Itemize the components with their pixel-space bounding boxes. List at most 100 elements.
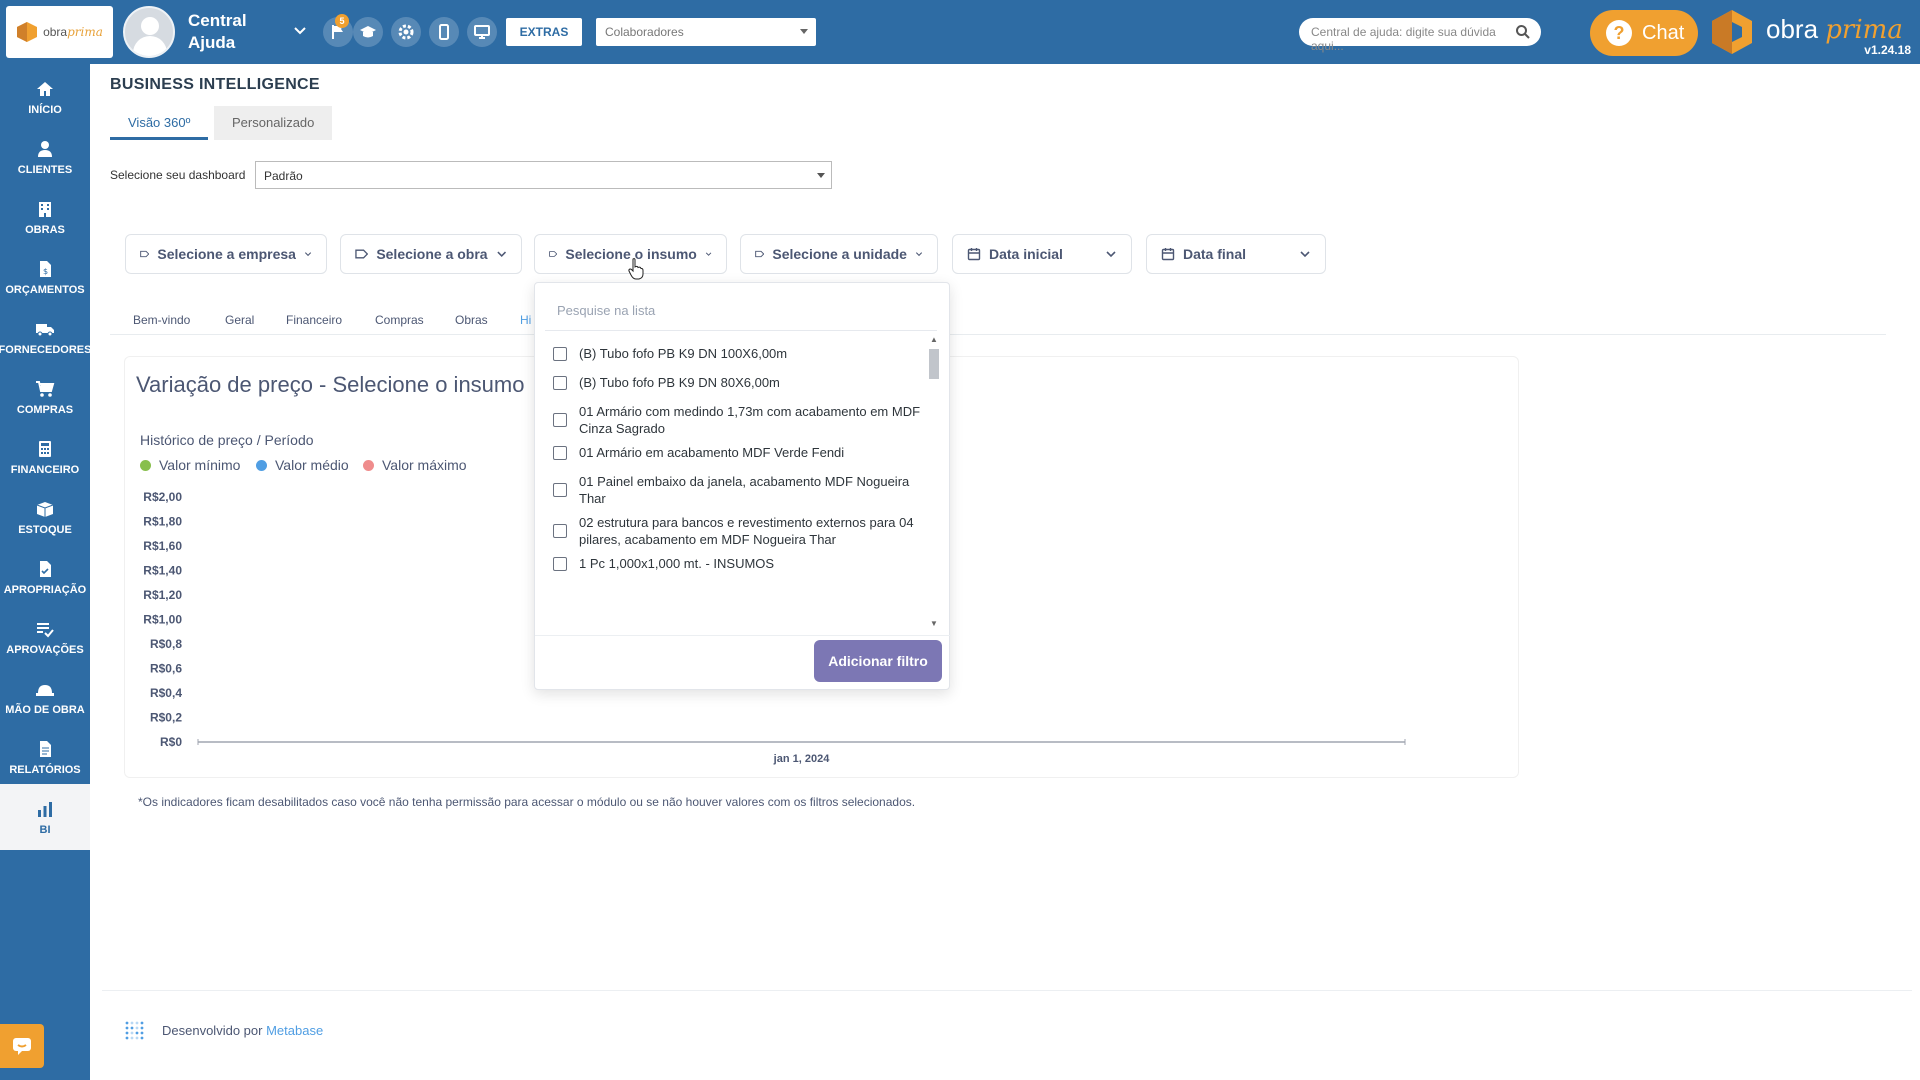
legend-dot-icon: [363, 459, 374, 471]
list-item[interactable]: 02 estrutura para bancos e revestimento …: [553, 514, 923, 548]
sidebar-item-inicio[interactable]: INÍCIO: [0, 68, 90, 126]
tag-icon: [755, 250, 765, 258]
monitor-icon[interactable]: [467, 17, 497, 47]
footer-divider: [102, 990, 1912, 991]
dropdown-list: (B) Tubo fofo PB K9 DN 100X6,00m (B) Tub…: [535, 333, 935, 623]
top-bar: obraprima Central Ajuda 5 EXTRAS Colabor…: [0, 0, 1920, 64]
checkbox[interactable]: [553, 375, 567, 390]
dashboard-select[interactable]: Padrão: [255, 161, 832, 189]
chevron-down-icon: [915, 252, 923, 257]
logo-mark-icon: [17, 22, 38, 42]
sidebar-item-financeiro[interactable]: FINANCEIRO: [0, 428, 90, 486]
extras-button[interactable]: EXTRAS: [506, 18, 582, 46]
bi-tab-financeiro[interactable]: Financeiro: [286, 313, 342, 327]
gear-icon[interactable]: [391, 17, 421, 47]
mobile-icon[interactable]: [429, 17, 459, 47]
checkbox[interactable]: [553, 413, 567, 427]
sidebar-item-estoque[interactable]: ESTOQUE: [0, 488, 90, 546]
hand-cursor-icon: [628, 258, 644, 280]
bi-tab-geral[interactable]: Geral: [225, 313, 254, 327]
sidebar-item-mao-de-obra[interactable]: MÃO DE OBRA: [0, 668, 90, 726]
checkbox[interactable]: [553, 346, 567, 361]
filter-empresa[interactable]: Selecione a empresa: [125, 234, 327, 274]
powered-prefix: Desenvolvido por: [162, 1022, 263, 1038]
calculator-icon: [39, 440, 51, 457]
dropdown-search-input[interactable]: Pesquise na lista: [545, 291, 937, 331]
list-item[interactable]: (B) Tubo fofo PB K9 DN 100X6,00m: [553, 345, 923, 362]
list-item[interactable]: 01 Painel embaixo da janela, acabamento …: [553, 473, 923, 507]
checkbox[interactable]: [553, 556, 567, 571]
legend-valor-medio[interactable]: Valor médio: [256, 457, 349, 473]
dropdown-arrow-icon: [800, 29, 808, 34]
bi-tab-compras[interactable]: Compras: [375, 313, 424, 327]
checkbox[interactable]: [553, 483, 567, 497]
app-logo[interactable]: obraprima: [6, 6, 113, 58]
logo-text: obraprima: [43, 25, 103, 39]
checkbox[interactable]: [553, 445, 567, 460]
support-chat-button[interactable]: [0, 1024, 44, 1068]
chat-button[interactable]: ? Chat: [1590, 10, 1698, 56]
help-search-input[interactable]: Central de ajuda: digite sua dúvida aqui…: [1299, 18, 1541, 53]
scrollbar-thumb[interactable]: [929, 349, 939, 379]
brand-name: obra prima: [1766, 14, 1903, 45]
bi-tab-bem-vindo[interactable]: Bem-vindo: [133, 313, 190, 327]
sidebar-item-fornecedores[interactable]: FORNECEDORES: [0, 308, 91, 366]
dropdown-search-placeholder: Pesquise na lista: [557, 303, 656, 318]
metabase-logo-icon: [125, 1021, 144, 1040]
checkbox[interactable]: [553, 524, 567, 538]
list-check-icon: [37, 622, 54, 637]
graduation-cap-icon[interactable]: [353, 17, 383, 47]
dropdown-arrow-icon: [817, 173, 825, 178]
metabase-link[interactable]: Metabase: [266, 1023, 323, 1038]
sidebar-item-compras[interactable]: COMPRAS: [0, 368, 90, 426]
filter-unidade[interactable]: Selecione a unidade: [740, 234, 938, 274]
filter-data-inicial[interactable]: Data inicial: [952, 234, 1132, 274]
sidebar-item-clientes[interactable]: CLIENTES: [0, 128, 90, 186]
legend-valor-maximo[interactable]: Valor máximo: [363, 457, 467, 473]
report-icon: [40, 740, 51, 757]
list-item[interactable]: 01 Armário com medindo 1,73m com acabame…: [553, 403, 923, 437]
sidebar-item-bi[interactable]: BI: [0, 784, 90, 850]
tab-visao-360[interactable]: Visão 360º: [110, 106, 209, 140]
collaborators-select[interactable]: Colaboradores: [596, 18, 816, 46]
scroll-down-icon[interactable]: ▼: [930, 619, 938, 628]
tab-personalizado[interactable]: Personalizado: [214, 106, 333, 140]
list-item[interactable]: 1 Pc 1,000x1,000 mt. - INSUMOS: [553, 555, 923, 572]
y-tick-label: R$1,00: [143, 613, 182, 627]
brand-mark-icon: [1712, 10, 1752, 54]
add-filter-button[interactable]: Adicionar filtro: [814, 640, 942, 682]
sidebar-item-apropriacao[interactable]: APROPRIAÇÃO: [0, 548, 90, 606]
scroll-up-icon[interactable]: ▲: [930, 335, 938, 344]
filter-obra[interactable]: Selecione a obra: [340, 234, 522, 274]
user-avatar[interactable]: [123, 6, 175, 58]
search-icon[interactable]: [1515, 24, 1531, 40]
filter-data-final[interactable]: Data final: [1146, 234, 1326, 274]
calendar-icon: [1161, 248, 1175, 261]
workers-icon: [36, 684, 54, 696]
bi-tab-obras[interactable]: Obras: [455, 313, 488, 327]
sidebar-item-obras[interactable]: OBRAS: [0, 188, 90, 246]
calendar-icon: [967, 248, 981, 261]
tag-icon: [140, 250, 150, 258]
chevron-down-icon: [705, 252, 712, 256]
list-item[interactable]: (B) Tubo fofo PB K9 DN 80X6,00m: [553, 374, 923, 391]
list-item[interactable]: 01 Armário em acabamento MDF Verde Fendi: [553, 444, 923, 461]
tag-icon: [549, 251, 558, 257]
chevron-down-icon[interactable]: [294, 22, 306, 38]
sidebar-item-aprovacoes[interactable]: APROVAÇÕES: [0, 608, 90, 666]
dropdown-scrollbar[interactable]: ▲ ▼: [927, 333, 941, 633]
bi-tab-historico[interactable]: Hi: [520, 313, 531, 327]
y-tick-label: R$0,6: [150, 662, 182, 676]
app-version: v1.24.18: [1864, 43, 1911, 57]
legend-valor-minimo[interactable]: Valor mínimo: [140, 457, 240, 473]
y-tick-label: R$1,60: [143, 539, 182, 553]
y-tick-label: R$0,2: [150, 711, 182, 725]
sidebar: INÍCIO CLIENTES OBRAS $ ORÇAMENTOS FORNE…: [0, 64, 91, 1080]
sidebar-item-relatorios[interactable]: RELATÓRIOS: [0, 728, 90, 786]
card-title: Variação de preço - Selecione o insumo: [136, 372, 525, 397]
person-icon: [38, 140, 52, 157]
user-name[interactable]: Central Ajuda: [188, 10, 278, 54]
sidebar-item-orcamentos[interactable]: $ ORÇAMENTOS: [0, 248, 90, 306]
chat-label: Chat: [1642, 21, 1685, 44]
x-tick-label: jan 1, 2024: [773, 753, 831, 765]
